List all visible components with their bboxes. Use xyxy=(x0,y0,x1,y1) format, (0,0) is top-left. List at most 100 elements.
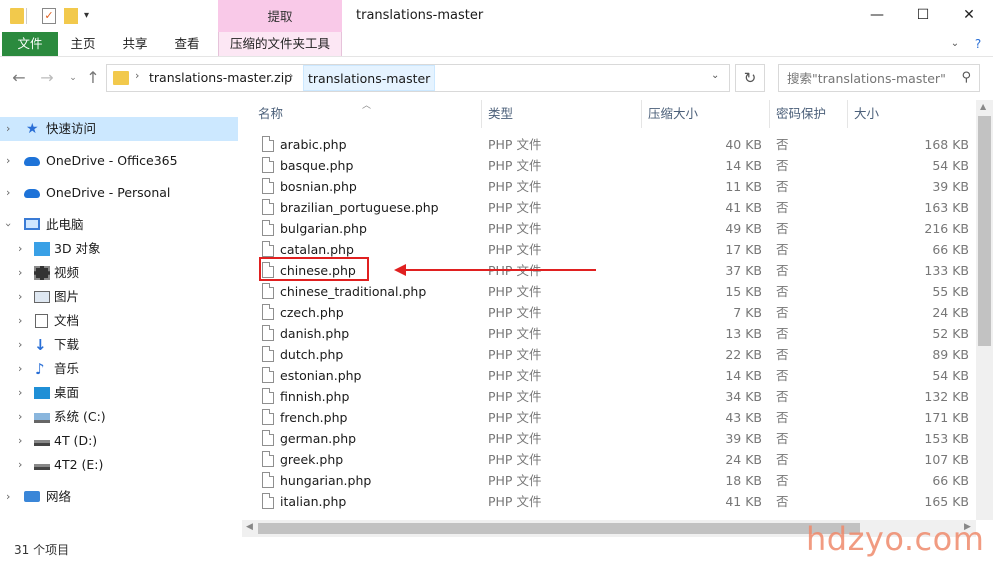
column-size[interactable]: 大小 xyxy=(846,100,977,128)
file-compressed-size: 24 KB xyxy=(725,452,762,467)
chevron-down-icon[interactable]: › xyxy=(0,223,20,227)
extract-tab-header[interactable]: 提取 xyxy=(218,0,342,32)
scroll-left-icon[interactable]: ◀ xyxy=(246,522,253,532)
minimize-button[interactable]: — xyxy=(854,0,900,30)
sidebar-item-drive-d[interactable]: › 4T (D:) xyxy=(0,429,238,453)
chevron-right-icon[interactable]: › xyxy=(6,149,10,173)
file-row[interactable]: estonian.php PHP 文件 14 KB 否 54 KB xyxy=(250,365,977,386)
file-name: dutch.php xyxy=(280,347,344,362)
search-icon[interactable]: ⚲ xyxy=(961,70,971,85)
address-bar[interactable]: › translations-master.zip › translations… xyxy=(106,64,730,92)
sidebar-item-pictures[interactable]: › 图片 xyxy=(0,285,238,309)
file-password-protected: 否 xyxy=(776,200,789,215)
close-button[interactable]: ✕ xyxy=(946,0,992,30)
annotation-highlight-box xyxy=(259,257,369,281)
chevron-right-icon[interactable]: › xyxy=(18,237,22,261)
chevron-right-icon[interactable]: › xyxy=(18,381,22,405)
file-row[interactable]: chinese_traditional.php PHP 文件 15 KB 否 55 KB xyxy=(250,281,977,302)
folder-icon[interactable] xyxy=(10,8,24,24)
help-icon[interactable]: ? xyxy=(970,32,986,56)
chevron-right-icon[interactable]: › xyxy=(18,261,22,285)
refresh-button[interactable]: ↻ xyxy=(735,64,765,92)
file-row[interactable]: german.php PHP 文件 39 KB 否 153 KB xyxy=(250,428,977,449)
window-title: translations-master xyxy=(356,8,484,23)
chevron-right-icon[interactable]: › xyxy=(6,485,10,509)
file-name: czech.php xyxy=(280,305,344,320)
file-size: 54 KB xyxy=(932,368,969,383)
maximize-button[interactable]: ☐ xyxy=(900,0,946,30)
php-file-icon xyxy=(262,178,274,194)
column-name[interactable]: 名称 xyxy=(250,100,482,128)
recent-locations-icon[interactable]: ⌄ xyxy=(64,68,82,88)
forward-arrow-icon[interactable]: → xyxy=(38,68,56,88)
php-file-icon xyxy=(262,220,274,236)
sidebar-item-3d-objects[interactable]: › 3D 对象 xyxy=(0,237,238,261)
file-size: 54 KB xyxy=(932,158,969,173)
address-dropdown-icon[interactable]: ⌄ xyxy=(711,70,719,81)
sidebar-item-music[interactable]: › ♪ 音乐 xyxy=(0,357,238,381)
horizontal-scroll-thumb[interactable] xyxy=(258,523,860,534)
chevron-right-icon[interactable]: › xyxy=(18,333,22,357)
file-row[interactable]: brazilian_portuguese.php PHP 文件 41 KB 否 163 … xyxy=(250,197,977,218)
php-file-icon xyxy=(262,451,274,467)
file-row[interactable]: bulgarian.php PHP 文件 49 KB 否 216 KB xyxy=(250,218,977,239)
search-box[interactable]: ⚲ xyxy=(778,64,980,92)
tab-file[interactable]: 文件 xyxy=(2,32,58,56)
chevron-down-icon[interactable]: ⌄ xyxy=(948,32,962,56)
file-row[interactable]: finnish.php PHP 文件 34 KB 否 132 KB xyxy=(250,386,977,407)
column-type[interactable]: 类型 xyxy=(480,100,642,128)
sidebar-item-documents[interactable]: › 文档 xyxy=(0,309,238,333)
column-compressed-size[interactable]: 压缩大小 xyxy=(640,100,770,128)
sidebar-item-onedrive-office365[interactable]: › OneDrive - Office365 xyxy=(0,149,238,173)
tab-share[interactable]: 共享 xyxy=(114,32,156,56)
file-row[interactable]: greek.php PHP 文件 24 KB 否 107 KB xyxy=(250,449,977,470)
sidebar-item-network[interactable]: › 网络 xyxy=(0,485,238,509)
sidebar-item-this-pc[interactable]: › 此电脑 xyxy=(0,213,238,237)
tab-compressed-folder-tools[interactable]: 压缩的文件夹工具 xyxy=(218,32,342,56)
file-size: 171 KB xyxy=(924,410,969,425)
customize-quick-access-icon[interactable]: ▾ xyxy=(84,8,98,24)
tab-home[interactable]: 主页 xyxy=(62,32,104,56)
file-type: PHP 文件 xyxy=(488,179,542,194)
sidebar-item-onedrive-personal[interactable]: › OneDrive - Personal xyxy=(0,181,238,205)
search-input[interactable] xyxy=(787,71,955,86)
sidebar-item-drive-c[interactable]: › 系统 (C:) xyxy=(0,405,238,429)
vertical-scroll-thumb[interactable] xyxy=(978,116,991,346)
scroll-up-icon[interactable]: ▲ xyxy=(980,102,986,111)
breadcrumb-zip[interactable]: translations-master.zip xyxy=(149,70,292,85)
properties-icon[interactable]: ✓ xyxy=(42,8,56,24)
star-icon: ★ xyxy=(26,121,39,137)
file-name: estonian.php xyxy=(280,368,362,383)
chevron-right-icon[interactable]: › xyxy=(18,453,22,477)
file-row[interactable]: hungarian.php PHP 文件 18 KB 否 66 KB xyxy=(250,470,977,491)
chevron-right-icon[interactable]: › xyxy=(6,181,10,205)
chevron-right-icon[interactable]: › xyxy=(18,357,22,381)
chevron-right-icon[interactable]: › xyxy=(6,117,10,141)
file-row[interactable]: french.php PHP 文件 43 KB 否 171 KB xyxy=(250,407,977,428)
file-row[interactable]: arabic.php PHP 文件 40 KB 否 168 KB xyxy=(250,134,977,155)
file-row[interactable]: italian.php PHP 文件 41 KB 否 165 KB xyxy=(250,491,977,512)
file-name: bulgarian.php xyxy=(280,221,367,236)
file-row[interactable]: bosnian.php PHP 文件 11 KB 否 39 KB xyxy=(250,176,977,197)
back-arrow-icon[interactable]: ← xyxy=(10,68,28,88)
chevron-right-icon[interactable]: › xyxy=(18,309,22,333)
breadcrumb-folder[interactable]: translations-master xyxy=(303,65,436,91)
new-folder-icon[interactable] xyxy=(64,8,78,24)
file-row[interactable]: basque.php PHP 文件 14 KB 否 54 KB xyxy=(250,155,977,176)
sidebar-item-quick-access[interactable]: › ★ 快速访问 xyxy=(0,117,238,141)
sidebar-item-drive-e[interactable]: › 4T2 (E:) xyxy=(0,453,238,477)
sidebar-item-desktop[interactable]: › 桌面 xyxy=(0,381,238,405)
chevron-right-icon[interactable]: › xyxy=(18,285,22,309)
tab-view[interactable]: 查看 xyxy=(166,32,208,56)
file-compressed-size: 15 KB xyxy=(725,284,762,299)
up-arrow-icon[interactable]: ↑ xyxy=(84,68,102,88)
file-compressed-size: 49 KB xyxy=(725,221,762,236)
sidebar-item-downloads[interactable]: › ↓ 下载 xyxy=(0,333,238,357)
file-row[interactable]: czech.php PHP 文件 7 KB 否 24 KB xyxy=(250,302,977,323)
file-row[interactable]: dutch.php PHP 文件 22 KB 否 89 KB xyxy=(250,344,977,365)
sidebar-item-videos[interactable]: › 视频 xyxy=(0,261,238,285)
column-password-protected[interactable]: 密码保护 xyxy=(768,100,848,128)
chevron-right-icon[interactable]: › xyxy=(18,429,22,453)
chevron-right-icon[interactable]: › xyxy=(18,405,22,429)
file-row[interactable]: danish.php PHP 文件 13 KB 否 52 KB xyxy=(250,323,977,344)
